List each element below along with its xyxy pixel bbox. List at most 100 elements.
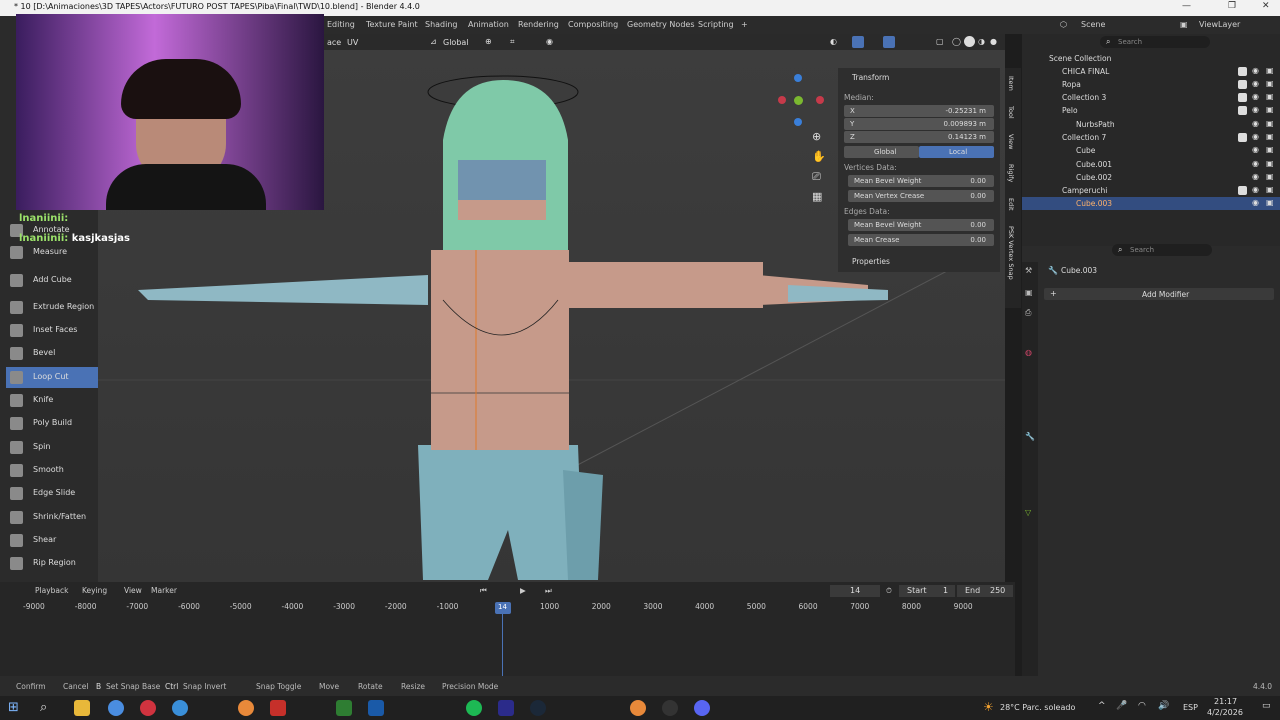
jump-end-icon[interactable]: ⏭ bbox=[545, 586, 552, 596]
obs-icon[interactable] bbox=[662, 700, 678, 716]
y-axis-handle[interactable] bbox=[794, 96, 803, 105]
tab-view[interactable]: View bbox=[1007, 134, 1015, 149]
median-z-field[interactable]: Z 0.14123 m bbox=[844, 131, 994, 143]
checkbox-icon[interactable] bbox=[1238, 67, 1247, 76]
camera-icon[interactable]: ▣ bbox=[1266, 198, 1274, 207]
viewport-menu-face[interactable]: ace bbox=[327, 38, 341, 47]
camera-icon[interactable]: ▣ bbox=[1266, 92, 1274, 101]
visual-studio-icon[interactable] bbox=[368, 700, 384, 716]
search-icon[interactable]: ⌕ bbox=[40, 700, 47, 715]
current-frame-field[interactable]: 14 bbox=[830, 585, 880, 597]
checkbox-icon[interactable] bbox=[1238, 186, 1247, 195]
tool-poly-build[interactable]: Poly Build bbox=[6, 413, 98, 434]
output-tab-icon[interactable]: ⎙ bbox=[1025, 308, 1031, 318]
outliner-row[interactable]: Scene Collection bbox=[1022, 52, 1280, 65]
add-modifier-button[interactable]: + Add Modifier bbox=[1044, 288, 1274, 300]
outliner-row[interactable]: Cube.002 ◉ ▣ bbox=[1022, 171, 1280, 184]
camera-icon[interactable]: ▣ bbox=[1266, 79, 1274, 88]
properties-search[interactable]: ⌕ Search bbox=[1112, 244, 1212, 256]
x-axis-handle[interactable] bbox=[778, 96, 786, 104]
camera-icon[interactable]: ▣ bbox=[1266, 105, 1274, 114]
tool-extrude-region[interactable]: Extrude Region bbox=[6, 297, 98, 318]
playhead-line[interactable] bbox=[502, 612, 503, 676]
camera-icon[interactable]: ▣ bbox=[1266, 185, 1274, 194]
eye-icon[interactable]: ◉ bbox=[1252, 198, 1259, 207]
end-frame-field[interactable]: End 250 bbox=[957, 585, 1013, 597]
outliner-row-selected[interactable]: Cube.003 ◉ ▣ bbox=[1022, 197, 1280, 210]
view-layer-selector[interactable]: ViewLayer bbox=[1199, 20, 1240, 29]
snap-icon[interactable]: ⌗ bbox=[510, 37, 515, 47]
mean-crease-field[interactable]: Mean Crease 0.00 bbox=[848, 234, 994, 246]
substance-painter-icon[interactable] bbox=[336, 700, 352, 716]
notification-icon[interactable]: ▭ bbox=[1262, 701, 1271, 711]
keying-menu[interactable]: Keying bbox=[82, 586, 107, 595]
solid-shading-icon[interactable] bbox=[964, 36, 975, 47]
tab-shading[interactable]: Shading bbox=[425, 20, 458, 29]
viewport-menu-uv[interactable]: UV bbox=[347, 38, 358, 47]
modifier-tab-icon[interactable]: 🔧 bbox=[1025, 432, 1035, 441]
language-indicator[interactable]: ESP bbox=[1183, 703, 1198, 712]
volume-icon[interactable]: 🔊 bbox=[1158, 701, 1169, 711]
outliner-row[interactable]: Cube ◉ ▣ bbox=[1022, 144, 1280, 157]
tray-chevron-icon[interactable]: ^ bbox=[1098, 701, 1106, 711]
global-toggle[interactable]: Global bbox=[844, 146, 919, 158]
tool-tab-icon[interactable]: ⚒ bbox=[1025, 266, 1032, 275]
tab-animation[interactable]: Animation bbox=[468, 20, 509, 29]
tool-knife[interactable]: Knife bbox=[6, 390, 98, 411]
maximize-icon[interactable]: ❐ bbox=[1228, 1, 1236, 11]
tab-texture-paint[interactable]: Texture Paint bbox=[366, 20, 418, 29]
render-tab-icon[interactable]: ▣ bbox=[1025, 288, 1033, 297]
gizmo-toggle-icon[interactable] bbox=[852, 36, 864, 48]
camera-view-icon[interactable]: ⎚ bbox=[812, 170, 821, 184]
chrome-icon[interactable] bbox=[108, 700, 124, 716]
steam-icon[interactable] bbox=[530, 700, 546, 716]
scene-selector[interactable]: Scene bbox=[1081, 20, 1105, 29]
overlay-toggle-icon[interactable] bbox=[883, 36, 895, 48]
mean-bevel-weight-vertex-field[interactable]: Mean Bevel Weight 0.00 bbox=[848, 175, 994, 187]
camera-icon[interactable]: ▣ bbox=[1266, 66, 1274, 75]
tab-editing[interactable]: Editing bbox=[327, 20, 355, 29]
neg-z-axis-handle[interactable] bbox=[794, 118, 802, 126]
tab-tool[interactable]: Tool bbox=[1007, 106, 1015, 119]
close-icon[interactable]: ✕ bbox=[1262, 1, 1270, 11]
blender-active-icon[interactable] bbox=[630, 700, 646, 716]
tab-compositing[interactable]: Compositing bbox=[568, 20, 618, 29]
data-tab-icon[interactable]: ▽ bbox=[1025, 508, 1031, 517]
median-x-field[interactable]: X -0.25231 m bbox=[844, 105, 994, 117]
transform-section-title[interactable]: Transform bbox=[852, 73, 889, 82]
tool-shrink-fatten[interactable]: Shrink/Fatten bbox=[6, 507, 98, 528]
object-name[interactable]: Cube.003 bbox=[1061, 266, 1097, 275]
outliner-row[interactable]: Pelo ◉ ▣ bbox=[1022, 104, 1280, 117]
checkbox-icon[interactable] bbox=[1238, 93, 1247, 102]
eye-icon[interactable]: ◉ bbox=[1252, 92, 1259, 101]
properties-section-title[interactable]: Properties bbox=[852, 257, 890, 266]
checkbox-icon[interactable] bbox=[1238, 80, 1247, 89]
eye-icon[interactable]: ◉ bbox=[1252, 172, 1259, 181]
navigation-gizmo[interactable] bbox=[778, 74, 828, 126]
rendered-shading-icon[interactable]: ● bbox=[990, 37, 997, 46]
proportional-edit-icon[interactable]: ◉ bbox=[546, 37, 553, 46]
tab-edit[interactable]: Edit bbox=[1007, 198, 1015, 211]
marker-menu[interactable]: Marker bbox=[151, 586, 177, 595]
spotify-icon[interactable] bbox=[466, 700, 482, 716]
microphone-icon[interactable]: 🎤 bbox=[1116, 701, 1127, 711]
outliner-row[interactable]: Camperuchi ◉ ▣ bbox=[1022, 184, 1280, 197]
outliner-row[interactable]: Cube.001 ◉ ▣ bbox=[1022, 158, 1280, 171]
outliner-row[interactable]: Collection 3 ◉ ▣ bbox=[1022, 91, 1280, 104]
outliner-search[interactable]: ⌕ Search bbox=[1100, 36, 1210, 48]
local-toggle[interactable]: Local bbox=[919, 146, 994, 158]
edge-icon[interactable] bbox=[172, 700, 188, 716]
tab-rendering[interactable]: Rendering bbox=[518, 20, 559, 29]
start-frame-field[interactable]: Start 1 bbox=[899, 585, 955, 597]
clock-date[interactable]: 4/2/2026 bbox=[1207, 708, 1243, 717]
tool-smooth[interactable]: Smooth bbox=[6, 460, 98, 481]
eye-icon[interactable]: ◉ bbox=[1252, 79, 1259, 88]
tool-inset-faces[interactable]: Inset Faces bbox=[6, 320, 98, 341]
playhead[interactable]: 14 bbox=[495, 602, 511, 614]
camera-icon[interactable]: ▣ bbox=[1266, 172, 1274, 181]
tool-shear[interactable]: Shear bbox=[6, 530, 98, 551]
after-effects-icon[interactable] bbox=[498, 700, 514, 716]
eye-icon[interactable]: ◉ bbox=[1252, 132, 1259, 141]
material-shading-icon[interactable]: ◑ bbox=[978, 37, 985, 46]
tool-bevel[interactable]: Bevel bbox=[6, 343, 98, 364]
